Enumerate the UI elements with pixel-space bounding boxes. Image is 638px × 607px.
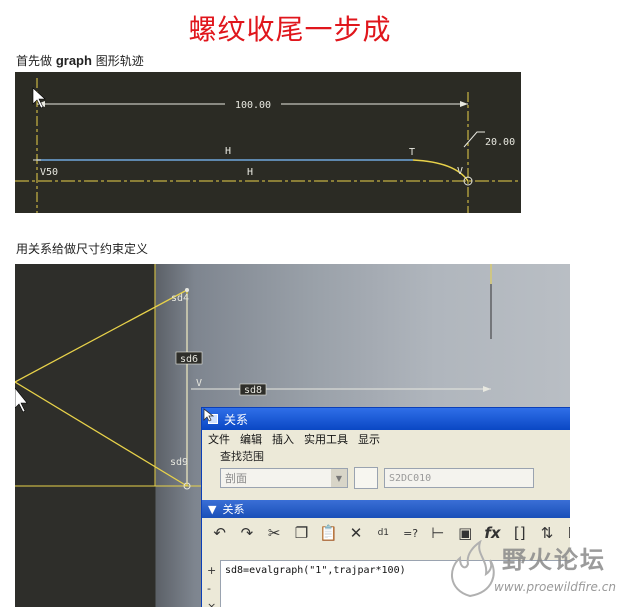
label-sd9: sd9 xyxy=(170,457,188,468)
relations-section-title: 关系 xyxy=(222,503,245,516)
label-sd4: sd4 xyxy=(171,293,189,304)
dialog-title: 关系 xyxy=(224,412,249,427)
cut-icon[interactable]: ✂ xyxy=(265,522,284,544)
copy-icon[interactable]: ❐ xyxy=(292,522,311,544)
relation-code: sd8=evalgraph("1",trajpar*100) xyxy=(225,565,406,576)
select-arrow-button[interactable] xyxy=(203,408,378,489)
label-v50: V50 xyxy=(40,167,58,178)
label-v2: V xyxy=(196,378,202,389)
gutter-plus[interactable]: + xyxy=(207,564,216,577)
evaluate-icon[interactable]: =? xyxy=(401,522,420,544)
graph-sketch: 100.00 20.00 H H T V V50 xyxy=(15,72,521,213)
caption-suffix: 图形轨迹 xyxy=(91,54,144,68)
menu-insert[interactable]: 插入 xyxy=(272,431,294,447)
page-title: 螺纹收尾一步成 xyxy=(188,13,392,46)
menu-display[interactable]: 显示 xyxy=(358,431,380,447)
gutter-minus[interactable]: - xyxy=(207,582,211,595)
caption-relations: 用关系给做尺寸约束定义 xyxy=(16,242,149,256)
scope-select[interactable]: 剖面 ▼ xyxy=(220,468,348,488)
watermark-logo: 野火论坛 www.proewildfire.cn xyxy=(440,540,630,604)
pointer-icon xyxy=(203,408,214,422)
scope-value: 剖面 xyxy=(225,472,247,485)
watermark-url: www.proewildfire.cn xyxy=(494,580,616,594)
dim-sd8: sd8 xyxy=(244,385,262,396)
caption-prefix: 首先做 xyxy=(16,54,56,68)
section-id-field[interactable]: S2DC010 xyxy=(384,468,534,488)
dim-sd6: sd6 xyxy=(180,354,198,365)
caption-bold: graph xyxy=(55,53,92,68)
redo-icon[interactable]: ↷ xyxy=(237,522,256,544)
menu-edit[interactable]: 编辑 xyxy=(240,431,262,447)
scope-label: 查找范围 xyxy=(220,450,264,463)
label-t: T xyxy=(409,147,415,158)
gutter-times[interactable]: × xyxy=(207,600,216,607)
dim-20: 20.00 xyxy=(485,137,515,148)
delete-icon[interactable]: ✕ xyxy=(346,522,365,544)
flame-logo-icon xyxy=(451,540,495,598)
label-h2: H xyxy=(247,167,253,178)
menu-bar: 文件 编辑 插入 实用工具 显示 xyxy=(202,430,570,448)
menu-utilities[interactable]: 实用工具 xyxy=(304,431,348,447)
chevron-down-icon: ▼ xyxy=(331,469,347,487)
paste-icon[interactable]: 📋 xyxy=(319,522,338,544)
menu-file[interactable]: 文件 xyxy=(208,431,230,447)
editor-gutter: + - × xyxy=(202,560,220,607)
watermark-cn: 野火论坛 xyxy=(502,546,606,574)
cursor-icon-2 xyxy=(15,387,28,413)
switch-dims-icon[interactable]: d1 xyxy=(374,522,393,544)
label-v: V xyxy=(457,166,463,177)
undo-icon[interactable]: ↶ xyxy=(210,522,229,544)
dim-100: 100.00 xyxy=(235,100,271,111)
collapse-icon: ▼ xyxy=(208,502,217,516)
relations-section-header[interactable]: ▼ 关系 xyxy=(202,500,570,518)
dialog-titlebar[interactable]: 关系 xyxy=(202,408,570,430)
label-h1: H xyxy=(225,146,231,157)
caption-graph: 首先做 graph 图形轨迹 xyxy=(16,52,144,69)
